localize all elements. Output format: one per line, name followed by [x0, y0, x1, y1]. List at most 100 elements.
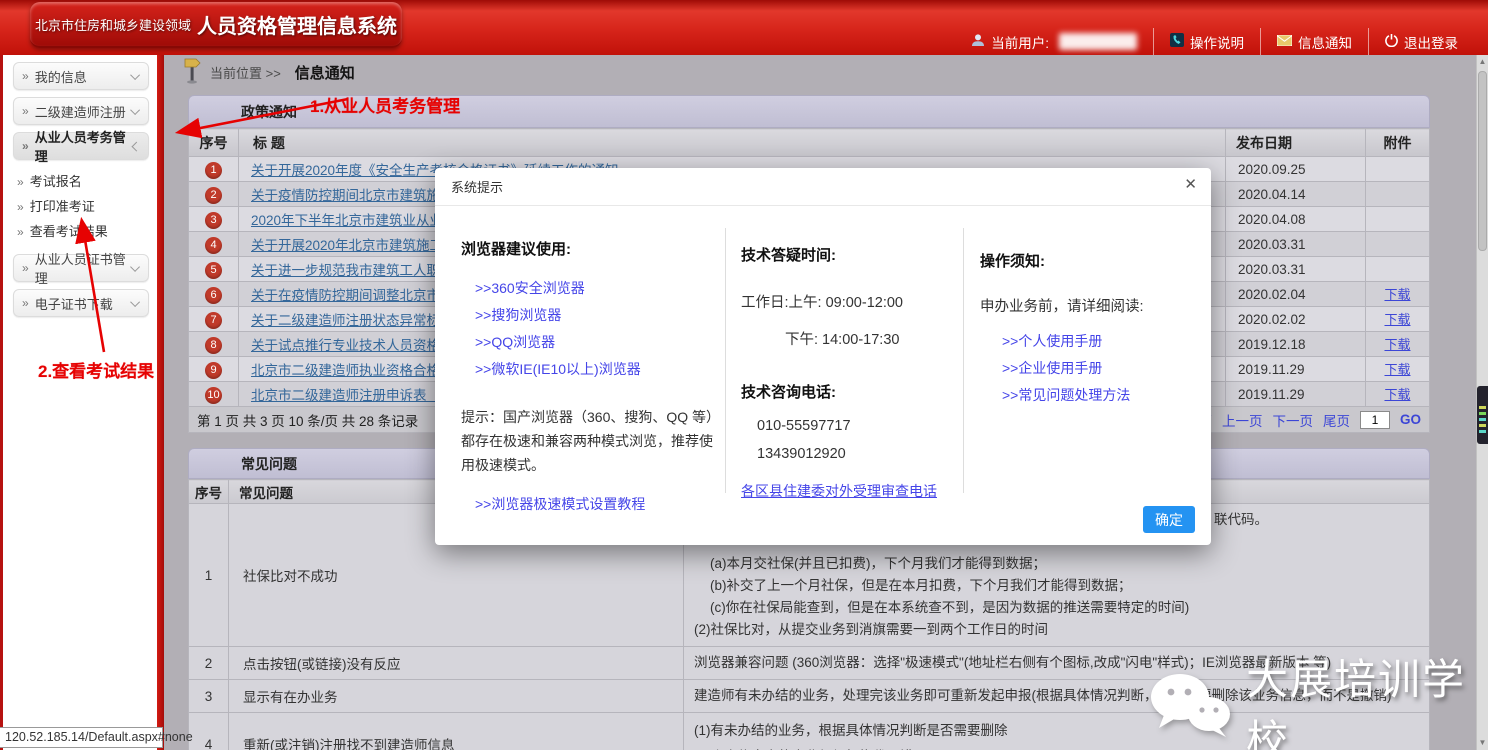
publish-date: 2020.02.02	[1226, 307, 1366, 332]
faq-row-number: 3	[189, 680, 229, 713]
faq-answer-line: (1)有未办结的业务，根据具体情况判断是否需要删除	[694, 718, 1419, 744]
browser-heading: 浏览器建议使用:	[461, 238, 723, 259]
annotation-step1: 1.从业人员考务管理	[310, 92, 460, 117]
prev-page-link[interactable]: 上一页	[1222, 410, 1263, 430]
header-nav: 当前用户: 操作说明 信息通知 退出登录	[955, 28, 1474, 55]
operation-guide-button[interactable]: 操作说明	[1153, 28, 1260, 55]
sidebar-item-label: 从业人员考务管理	[35, 127, 134, 165]
sidebar-item[interactable]: »查看考试结果	[17, 224, 149, 240]
faq-row: 3显示有在办业务建造师有未办结的业务，处理完该业务即可重新发起申报(根据具体情况…	[189, 680, 1430, 713]
page-summary: 第 1 页 共 3 页 10 条/页 共 28 条记录	[197, 410, 418, 430]
go-button[interactable]: GO	[1400, 412, 1421, 427]
support-phone-heading: 技术咨询电话:	[741, 381, 955, 402]
download-link[interactable]: 下载	[1384, 362, 1410, 377]
browser-note: 提示：国产浏览器（360、搜狗、QQ 等） 都存在极速和兼容两种模式浏览，推荐使…	[461, 405, 723, 477]
sidebar-item[interactable]: » 二级建造师注册	[13, 97, 149, 125]
faq-answer-line: (c)你在社保局能查到，但是在本系统查不到，是因为数据的推送需要特定的时间)	[694, 597, 1419, 619]
double-chevron-icon: »	[17, 174, 24, 190]
scroll-down-icon[interactable]: ▼	[1477, 736, 1488, 750]
double-chevron-icon: »	[22, 139, 29, 153]
row-number-badge: 6	[205, 287, 222, 304]
faq-row-number: 4	[189, 713, 229, 750]
publish-date: 2020.04.08	[1226, 207, 1366, 232]
app-title-ribbon: 北京市住房和城乡建设领域 人员资格管理信息系统	[30, 2, 402, 48]
breadcrumb-location-label: 当前位置 >>	[210, 63, 281, 82]
modal-divider-2	[963, 228, 964, 493]
next-page-link[interactable]: 下一页	[1272, 410, 1313, 430]
browser-link[interactable]: >>微软IE(IE10以上)浏览器	[461, 356, 723, 383]
support-hours-morning: 工作日:上午: 09:00-12:00	[741, 291, 955, 312]
publish-date: 2019.11.29	[1226, 382, 1366, 407]
double-chevron-icon: »	[22, 104, 29, 118]
sidebar-item-label: 二级建造师注册	[35, 102, 126, 121]
ok-button[interactable]: 确定	[1143, 506, 1195, 533]
double-chevron-icon: »	[22, 261, 29, 275]
manual-icon	[1170, 33, 1184, 50]
breadcrumb-current-page: 信息通知	[295, 62, 355, 83]
sidebar-item[interactable]: »我的信息	[13, 62, 149, 90]
chevron-icon	[130, 70, 140, 80]
scrollbar-thumb[interactable]	[1478, 71, 1487, 251]
modal-close-icon[interactable]: ✕	[1184, 175, 1197, 193]
download-link[interactable]: 下载	[1384, 387, 1410, 402]
sidebar-item[interactable]: »电子证书下载	[13, 289, 149, 317]
browser-link[interactable]: >>360安全浏览器	[461, 275, 723, 302]
logout-label: 退出登录	[1404, 32, 1458, 52]
faq-answer-line: (2)个人信息中的企业组织机构代码错了	[694, 744, 1419, 750]
status-bar-url: 120.52.185.14/Default.aspx#none	[0, 727, 163, 748]
support-phone-1: 010-55597717	[741, 418, 955, 434]
browser-link[interactable]: >>搜狗浏览器	[461, 302, 723, 329]
operation-notice-heading: 操作须知:	[980, 250, 1198, 271]
faq-row: 4重新(或注销)注册找不到建造师信息(1)有未办结的业务，根据具体情况判断是否需…	[189, 713, 1430, 750]
floating-side-widget[interactable]	[1477, 386, 1488, 444]
modal-support-column: 技术答疑时间: 工作日:上午: 09:00-12:00 下午: 14:00-17…	[741, 244, 955, 505]
publish-date: 2020.02.04	[1226, 282, 1366, 307]
page-input[interactable]	[1360, 411, 1390, 429]
publish-date: 2020.04.14	[1226, 182, 1366, 207]
faq-col-header-no: 序号	[189, 480, 229, 504]
last-page-link[interactable]: 尾页	[1323, 410, 1350, 430]
manual-link[interactable]: >>常见问题处理方法	[1002, 382, 1198, 409]
publish-date: 2019.12.18	[1226, 332, 1366, 357]
speed-mode-tutorial-link[interactable]: >>浏览器极速模式设置教程	[461, 491, 723, 518]
row-number-badge: 5	[205, 262, 222, 279]
breadcrumb: 当前位置 >> 信息通知	[182, 57, 355, 87]
logout-button[interactable]: 退出登录	[1368, 28, 1474, 55]
sidebar-divider	[157, 55, 164, 750]
chevron-icon	[130, 297, 140, 307]
modal-browser-column: 浏览器建议使用: >>360安全浏览器>>搜狗浏览器>>QQ浏览器>>微软IE(…	[461, 238, 723, 518]
sidebar-item-label: 我的信息	[35, 67, 87, 86]
row-number-badge: 2	[205, 187, 222, 204]
info-notice-button[interactable]: 信息通知	[1260, 28, 1368, 55]
double-chevron-icon: »	[22, 296, 29, 310]
faq-question: 显示有在办业务	[229, 680, 684, 713]
manual-link[interactable]: >>企业使用手册	[1002, 355, 1198, 382]
double-chevron-icon: »	[17, 199, 24, 215]
sidebar-item[interactable]: »从业人员考务管理	[13, 132, 149, 160]
faq-row-number: 1	[189, 504, 229, 647]
sidebar-item[interactable]: »考试报名	[17, 174, 149, 190]
faq-row-number: 2	[189, 647, 229, 680]
browser-link[interactable]: >>QQ浏览器	[461, 329, 723, 356]
publish-date: 2019.11.29	[1226, 357, 1366, 382]
faq-answer-line: (b)补交了上一个月社保，但是在本月扣费，下个月我们才能得到数据；	[694, 575, 1419, 597]
download-link[interactable]: 下载	[1384, 312, 1410, 327]
download-link[interactable]: 下载	[1384, 337, 1410, 352]
manual-link[interactable]: >>个人使用手册	[1002, 328, 1198, 355]
system-prompt-modal: 系统提示 ✕ 浏览器建议使用: >>360安全浏览器>>搜狗浏览器>>QQ浏览器…	[435, 168, 1211, 545]
sidebar-subitem-label: 打印准考证	[30, 199, 95, 215]
publish-date: 2020.03.31	[1226, 232, 1366, 257]
download-link[interactable]: 下载	[1384, 287, 1410, 302]
chevron-icon	[130, 105, 140, 115]
sidebar-item[interactable]: »从业人员证书管理	[13, 254, 149, 282]
row-number-badge: 8	[205, 337, 222, 354]
row-number-badge: 1	[205, 162, 222, 179]
sidebar-item[interactable]: » 打印准考证	[17, 199, 149, 215]
power-icon	[1385, 34, 1398, 50]
operation-guide-label: 操作说明	[1190, 32, 1244, 52]
row-number-badge: 9	[205, 362, 222, 379]
double-chevron-icon: »	[17, 224, 24, 240]
district-phone-link[interactable]: 各区县住建委对外受理审查电话	[741, 478, 955, 505]
scroll-up-icon[interactable]: ▲	[1477, 55, 1488, 69]
col-header-title: 标 题	[239, 129, 1226, 157]
